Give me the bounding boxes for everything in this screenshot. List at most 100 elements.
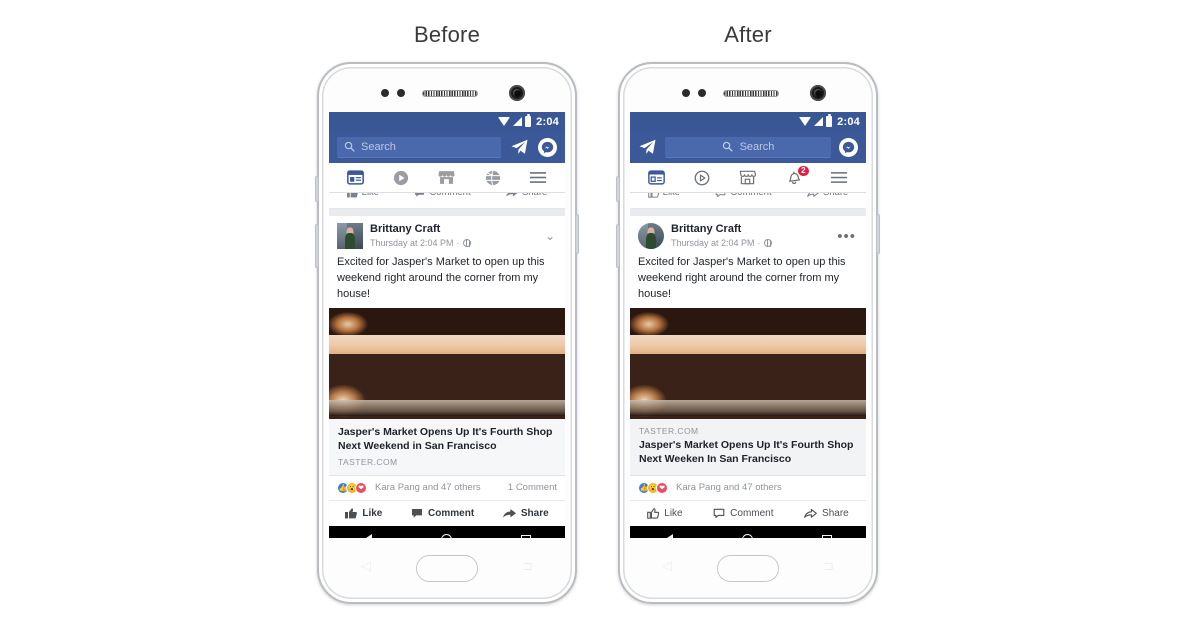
home-circle-icon[interactable]	[440, 534, 452, 538]
messenger-icon[interactable]	[538, 137, 557, 157]
share-filled-icon	[506, 193, 517, 197]
prev-share-action[interactable]: Share	[506, 193, 547, 198]
recents-square-icon[interactable]	[821, 534, 832, 538]
post-photo[interactable]	[630, 308, 866, 420]
tab-marketplace[interactable]	[731, 166, 765, 190]
earpiece-speaker-icon	[422, 90, 478, 97]
ellipsis-icon[interactable]: •••	[837, 229, 858, 244]
reaction-icons[interactable]: 👍 😮 ❤	[638, 481, 668, 494]
avatar[interactable]	[337, 223, 363, 250]
comment-outline-icon	[713, 508, 725, 518]
prev-comment-label: Comment	[429, 193, 470, 198]
wifi-icon	[799, 117, 812, 126]
phone-top-hardware	[319, 85, 575, 102]
shelf-band	[630, 335, 866, 355]
thumbs-up-filled-icon	[345, 508, 358, 519]
globe-icon	[462, 239, 471, 248]
volume-down-button[interactable]	[315, 224, 319, 268]
search-placeholder: Search	[361, 140, 396, 153]
status-clock: 2:04	[536, 115, 559, 128]
reactions-summary[interactable]: Kara Pang and 47 others	[375, 482, 503, 493]
share-button[interactable]: Share	[502, 507, 549, 519]
like-button[interactable]: Like	[345, 508, 382, 519]
prev-comment-action[interactable]: Comment	[414, 193, 471, 198]
power-button[interactable]	[575, 214, 579, 254]
reactions-summary[interactable]: Kara Pang and 47 others	[676, 482, 853, 493]
reactions-row: 👍 😮 ❤ Kara Pang and 47 others	[630, 476, 866, 501]
chevron-down-icon[interactable]: ⌄	[545, 229, 557, 243]
tab-menu[interactable]	[521, 166, 555, 190]
messenger-bolt-icon	[842, 141, 855, 153]
prev-like-label: Like	[663, 193, 680, 198]
comment-filled-icon	[412, 508, 423, 518]
messenger-icon[interactable]	[839, 137, 858, 157]
tab-notifications[interactable]: 2	[777, 164, 811, 190]
video-play-icon	[394, 170, 409, 185]
prev-comment-action[interactable]: Comment	[715, 193, 772, 198]
reactions-row: 👍 😮 ❤ Kara Pang and 47 others 1 Comment	[329, 476, 565, 501]
search-placeholder: Search	[739, 140, 775, 153]
volume-down-button[interactable]	[616, 224, 620, 268]
prev-like-label: Like	[362, 193, 379, 198]
tab-news-feed[interactable]	[640, 166, 674, 190]
thumbs-up-filled-icon	[346, 193, 358, 197]
capacitive-recents-key[interactable]: ⊐	[522, 558, 533, 574]
photo-back-wall	[329, 400, 565, 417]
volume-up-button[interactable]	[616, 176, 620, 202]
paper-plane-icon[interactable]	[510, 139, 529, 155]
tab-video[interactable]	[384, 166, 418, 190]
search-input[interactable]: Search	[665, 136, 831, 158]
post-actions-row: Like Comment Share	[630, 501, 866, 526]
comment-button[interactable]: Comment	[411, 508, 474, 519]
post-header: Brittany Craft Thursday at 2:04 PM · ⌄	[329, 216, 565, 252]
capacitive-back-key[interactable]: ◁	[361, 558, 371, 574]
tab-menu[interactable]	[822, 166, 856, 190]
marketplace-store-outline-icon	[740, 170, 757, 185]
feed-separator	[329, 209, 565, 216]
caption-after: After	[724, 22, 772, 47]
paper-plane-icon[interactable]	[638, 139, 657, 155]
tab-news-feed[interactable]	[339, 166, 373, 190]
share-label: Share	[520, 507, 549, 519]
power-button[interactable]	[876, 214, 880, 254]
separator-dot: ·	[757, 237, 761, 248]
back-triangle-icon[interactable]	[363, 533, 373, 538]
prev-share-action[interactable]: Share	[807, 193, 848, 198]
wifi-icon	[498, 117, 511, 126]
tab-marketplace[interactable]	[430, 166, 464, 190]
search-icon	[344, 141, 355, 152]
facebook-tab-bar-before	[329, 163, 565, 193]
post-meta: Brittany Craft Thursday at 2:04 PM ·	[671, 223, 830, 249]
phone-top-hardware	[620, 85, 876, 102]
feed-separator	[630, 209, 866, 216]
previous-post-action-row: Like Comment Share	[630, 193, 866, 209]
like-button[interactable]: Like	[647, 508, 683, 519]
recents-square-icon[interactable]	[520, 534, 531, 538]
home-circle-icon[interactable]	[741, 534, 753, 538]
capacitive-back-key[interactable]: ◁	[662, 558, 672, 574]
reaction-icons[interactable]: 👍 😮 ❤	[337, 481, 367, 494]
post-photo[interactable]	[329, 308, 565, 420]
prev-like-action[interactable]: Like	[647, 193, 680, 198]
prev-like-action[interactable]: Like	[346, 193, 379, 198]
tab-video[interactable]	[685, 166, 719, 190]
notification-badge: 2	[797, 164, 810, 177]
search-input[interactable]: Search	[337, 136, 501, 158]
capacitive-recents-key[interactable]: ⊐	[823, 558, 834, 574]
post-author-name[interactable]: Brittany Craft	[370, 223, 538, 237]
link-preview-card[interactable]: Jasper's Market Opens Up It's Fourth Sho…	[329, 419, 565, 476]
share-button[interactable]: Share	[804, 508, 849, 519]
hamburger-menu-icon	[530, 172, 547, 183]
link-preview-card[interactable]: TASTER.COM Jasper's Market Opens Up It's…	[630, 419, 866, 476]
comment-count[interactable]: 1 Comment	[508, 482, 557, 493]
android-nav-bar	[329, 525, 565, 538]
post-author-name[interactable]: Brittany Craft	[671, 223, 830, 237]
avatar[interactable]	[638, 223, 664, 250]
home-button[interactable]	[416, 555, 478, 582]
android-status-bar: 2:04	[329, 112, 565, 131]
back-triangle-icon[interactable]	[664, 533, 674, 538]
tab-globe[interactable]	[476, 166, 510, 190]
home-button[interactable]	[717, 555, 779, 582]
volume-up-button[interactable]	[315, 176, 319, 202]
comment-button[interactable]: Comment	[713, 508, 774, 519]
